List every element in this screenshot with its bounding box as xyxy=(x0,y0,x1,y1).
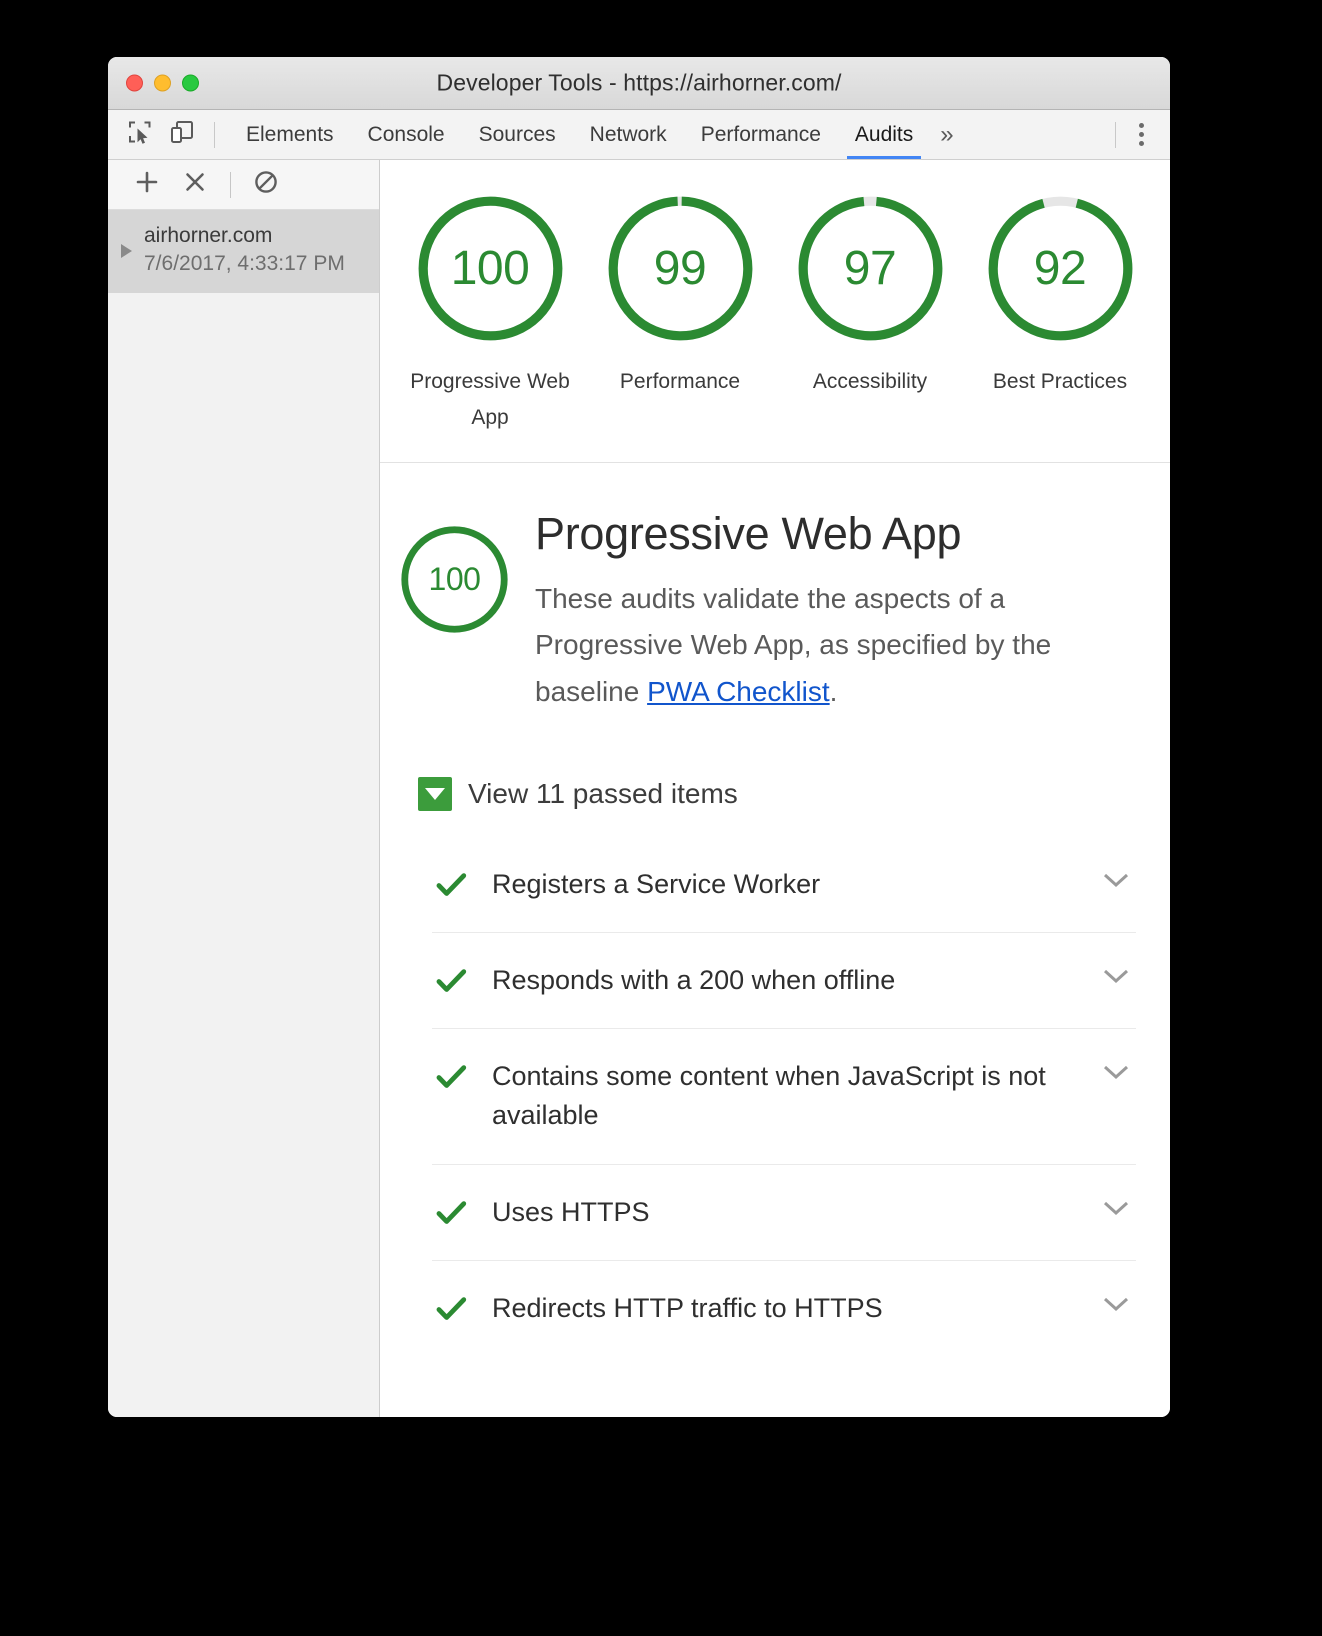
window-title: Developer Tools - https://airhorner.com/ xyxy=(436,69,842,96)
chevron-down-icon[interactable] xyxy=(1102,1063,1130,1081)
category-score-value: 100 xyxy=(428,561,481,598)
check-icon xyxy=(434,1060,468,1094)
clear-all-button[interactable] xyxy=(247,166,285,204)
category-description-text-after: . xyxy=(829,675,838,707)
pwa-checklist-link[interactable]: PWA Checklist xyxy=(647,676,830,707)
audit-title: Responds with a 200 when offline xyxy=(492,965,896,996)
gauge-label: Progressive Web App xyxy=(410,370,570,430)
audit-row[interactable]: Registers a Service Worker xyxy=(432,837,1136,932)
score-value: 97 xyxy=(843,242,897,295)
score-ring: 99 xyxy=(604,192,757,345)
tab-performance[interactable]: Performance xyxy=(684,110,838,159)
audit-title: Contains some content when JavaScript is… xyxy=(492,1061,1046,1131)
kebab-dot xyxy=(1138,123,1144,128)
devtools-tabs: Elements Console Sources Network Perform… xyxy=(229,110,1107,159)
add-audit-button[interactable] xyxy=(128,166,166,204)
chevron-down-icon[interactable] xyxy=(1102,871,1130,889)
gauge-performance[interactable]: 99 Performance xyxy=(596,192,764,400)
audit-run-host: airhorner.com xyxy=(144,224,273,247)
sidebar-toolbar xyxy=(108,160,379,210)
category-title: Progressive Web App xyxy=(535,508,962,560)
check-icon xyxy=(434,868,468,902)
score-value: 100 xyxy=(450,242,530,295)
tab-audits[interactable]: Audits xyxy=(838,110,930,159)
category-section-pwa: 100 Progressive Web App These audits val… xyxy=(380,463,1170,1417)
audit-run-item[interactable]: airhorner.com 7/6/2017, 4:33:17 PM xyxy=(108,210,379,293)
tab-console[interactable]: Console xyxy=(351,110,462,159)
audit-title: Redirects HTTP traffic to HTTPS xyxy=(492,1292,883,1323)
tab-sources[interactable]: Sources xyxy=(462,110,573,159)
check-icon xyxy=(434,1292,468,1326)
category-header: 100 Progressive Web App These audits val… xyxy=(396,508,1136,715)
passed-audits-list: Registers a Service Worker Responds with… xyxy=(432,837,1136,1356)
devtools-window: Developer Tools - https://airhorner.com/ xyxy=(108,57,1170,1417)
category-description: These audits validate the aspects of a P… xyxy=(535,576,1136,715)
tab-network[interactable]: Network xyxy=(573,110,684,159)
gauge-best-practices[interactable]: 92 Best Practices xyxy=(976,192,1144,400)
device-toolbar-icon xyxy=(169,119,195,150)
device-toolbar-button[interactable] xyxy=(164,117,200,153)
screenshot-root: Developer Tools - https://airhorner.com/ xyxy=(0,0,1322,1636)
triangle-down-icon xyxy=(418,777,452,812)
gauge-label: Performance xyxy=(619,370,741,393)
check-icon xyxy=(434,1196,468,1230)
kebab-dot xyxy=(1138,132,1144,137)
tab-elements[interactable]: Elements xyxy=(229,110,351,159)
audit-report: 100 Progressive Web App 99 Performance 9… xyxy=(380,160,1170,1417)
view-passed-items-label: View 11 passed items xyxy=(468,778,738,810)
audits-panel: airhorner.com 7/6/2017, 4:33:17 PM 100 P… xyxy=(108,160,1170,1417)
devtools-tabstrip: Elements Console Sources Network Perform… xyxy=(108,110,1170,160)
audit-row[interactable]: Uses HTTPS xyxy=(432,1163,1136,1260)
chevron-down-icon[interactable] xyxy=(1102,1199,1130,1217)
category-body: Progressive Web App These audits validat… xyxy=(535,508,1136,715)
audit-title: Uses HTTPS xyxy=(492,1196,650,1227)
score-ring: 100 xyxy=(414,192,567,345)
delete-audit-button[interactable] xyxy=(176,166,214,204)
triangle-glyph xyxy=(425,788,445,801)
audit-row[interactable]: Redirects HTTP traffic to HTTPS xyxy=(432,1259,1136,1356)
expand-triangle-icon[interactable] xyxy=(121,244,132,259)
score-value: 92 xyxy=(1033,242,1087,295)
gauge-label: Accessibility xyxy=(812,370,928,393)
audits-sidebar: airhorner.com 7/6/2017, 4:33:17 PM xyxy=(108,160,380,1417)
audit-row[interactable]: Contains some content when JavaScript is… xyxy=(432,1028,1136,1163)
inspect-element-icon xyxy=(127,119,153,150)
category-score-ring: 100 xyxy=(398,523,511,636)
score-gauges: 100 Progressive Web App 99 Performance 9… xyxy=(380,160,1170,464)
tabs-overflow-button[interactable]: » xyxy=(930,110,965,159)
audit-run-timestamp: 7/6/2017, 4:33:17 PM xyxy=(144,252,345,276)
chevron-down-icon[interactable] xyxy=(1102,1295,1130,1313)
plus-icon xyxy=(134,169,160,200)
tabstrip-right-controls xyxy=(1107,110,1170,159)
score-value: 99 xyxy=(653,242,707,295)
gauge-label: Best Practices xyxy=(992,370,1128,393)
tabstrip-divider xyxy=(1115,121,1116,148)
window-titlebar: Developer Tools - https://airhorner.com/ xyxy=(108,57,1170,110)
devtools-tool-buttons xyxy=(108,110,229,159)
inspect-element-button[interactable] xyxy=(122,117,158,153)
score-ring: 92 xyxy=(984,192,1137,345)
audit-row[interactable]: Responds with a 200 when offline xyxy=(432,932,1136,1028)
close-x-icon xyxy=(182,169,208,200)
sidebar-toolbar-divider xyxy=(230,171,231,198)
score-ring: 97 xyxy=(794,192,947,345)
kebab-dot xyxy=(1138,141,1144,146)
check-icon xyxy=(434,964,468,998)
no-entry-icon xyxy=(253,169,279,200)
gauge-progressive-web-app[interactable]: 100 Progressive Web App xyxy=(406,192,574,436)
audit-title: Registers a Service Worker xyxy=(492,869,821,900)
gauge-accessibility[interactable]: 97 Accessibility xyxy=(786,192,954,400)
toolbar-divider xyxy=(214,121,215,148)
chevron-down-icon[interactable] xyxy=(1102,967,1130,985)
view-passed-items-toggle[interactable]: View 11 passed items xyxy=(418,777,738,812)
kebab-menu-icon[interactable] xyxy=(1124,117,1158,153)
